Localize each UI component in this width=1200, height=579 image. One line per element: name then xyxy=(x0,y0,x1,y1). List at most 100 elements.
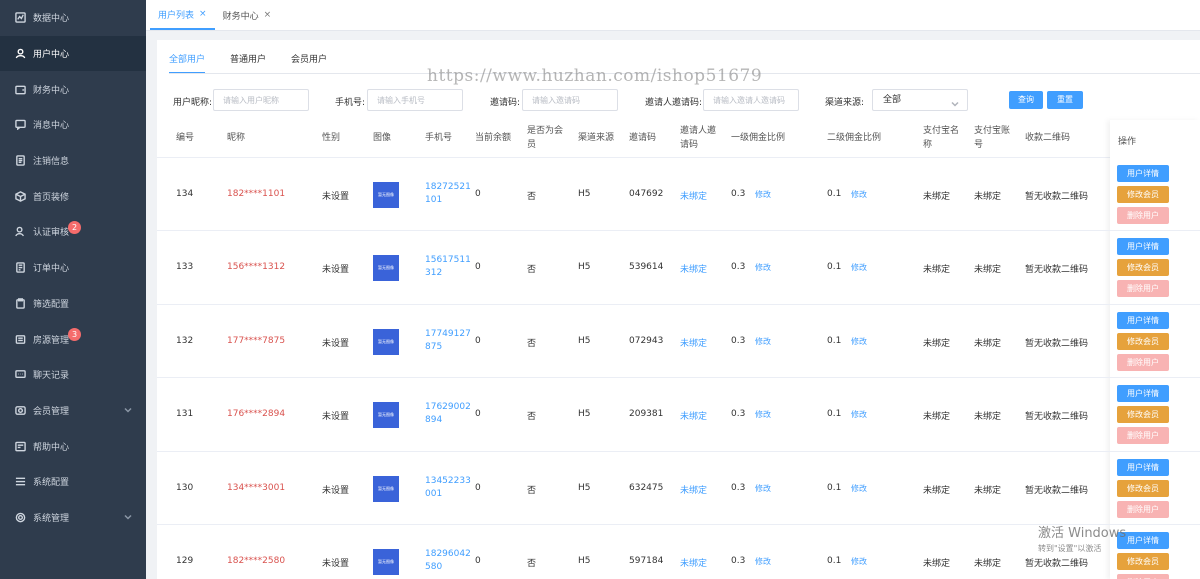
avatar-placeholder-text: 暂无图像 xyxy=(378,265,394,271)
cell-inviter-code[interactable]: 未绑定 xyxy=(680,262,707,275)
cell-nickname: 156****1312 xyxy=(227,262,286,273)
edit-member-button[interactable]: 修改会员 xyxy=(1117,186,1169,203)
cell-inviter-code[interactable]: 未绑定 xyxy=(680,556,707,569)
edit-rate1-link[interactable]: 修改 xyxy=(755,483,771,494)
sidebar-item-12[interactable]: 会员管理 xyxy=(0,393,146,429)
inviter-code-input[interactable] xyxy=(703,89,799,111)
cell-phone[interactable]: 18272521101 xyxy=(425,181,473,207)
edit-member-button[interactable]: 修改会员 xyxy=(1117,406,1169,424)
cell-qr-code: 暂无收款二维码 xyxy=(1025,412,1089,423)
cell-phone[interactable]: 17629002894 xyxy=(425,401,473,427)
cell-nickname: 177****7875 xyxy=(227,335,286,346)
sidebar-item-4[interactable]: 消息中心 xyxy=(0,107,146,143)
cell-channel: H5 xyxy=(578,335,591,346)
sidebar-item-3[interactable]: 财务中心 xyxy=(0,71,146,107)
user-detail-button[interactable]: 用户详情 xyxy=(1117,311,1169,329)
close-icon[interactable]: × xyxy=(199,9,207,19)
house-icon xyxy=(14,333,26,345)
user-detail-button[interactable]: 用户详情 xyxy=(1117,458,1169,476)
edit-member-button[interactable]: 修改会员 xyxy=(1117,479,1169,497)
phone-input[interactable] xyxy=(367,89,463,111)
delete-user-button[interactable]: 删除用户 xyxy=(1117,427,1169,445)
edit-rate1-link[interactable]: 修改 xyxy=(755,336,771,347)
delete-user-button[interactable]: 删除用户 xyxy=(1117,207,1169,224)
tab-1[interactable]: 用户列表 × xyxy=(150,0,215,30)
cell-balance: 0 xyxy=(475,189,481,199)
edit-rate1-link[interactable]: 修改 xyxy=(755,409,771,420)
delete-user-button[interactable]: 删除用户 xyxy=(1117,500,1169,518)
sidebar-item-label: 首页装修 xyxy=(33,192,70,203)
sidebar-item-label: 订单中心 xyxy=(33,264,70,275)
edit-rate1-link[interactable]: 修改 xyxy=(755,189,771,200)
sidebar-item-label: 筛选配置 xyxy=(33,299,70,310)
row-actions: 用户详情修改会员删除用户 xyxy=(1117,311,1169,375)
sidebar-item-10[interactable]: 房源管理 3 xyxy=(0,321,146,357)
cell-alipay-account: 未绑定 xyxy=(974,338,1002,349)
th-id: 编号 xyxy=(176,133,195,143)
cell-channel: H5 xyxy=(578,262,591,273)
cell-gender: 未设置 xyxy=(322,192,350,202)
sidebar-item-14[interactable]: 系统配置 xyxy=(0,464,146,500)
edit-rate1-link[interactable]: 修改 xyxy=(755,262,771,273)
edit-member-button[interactable]: 修改会员 xyxy=(1117,332,1169,350)
sidebar-item-1[interactable]: 数据中心 xyxy=(0,0,146,36)
user-detail-button[interactable]: 用户详情 xyxy=(1117,385,1169,403)
sidebar-item-2[interactable]: 用户中心 xyxy=(0,35,146,72)
edit-rate2-link[interactable]: 修改 xyxy=(851,409,867,420)
cell-inviter-code[interactable]: 未绑定 xyxy=(680,189,707,202)
user-detail-button[interactable]: 用户详情 xyxy=(1117,238,1169,256)
subtab-1[interactable]: 全部用户 xyxy=(169,52,206,74)
edit-rate1-link[interactable]: 修改 xyxy=(755,556,771,567)
cell-balance: 0 xyxy=(475,409,481,420)
subtab-3[interactable]: 会员用户 xyxy=(291,52,327,74)
delete-user-button[interactable]: 删除用户 xyxy=(1117,573,1169,579)
sidebar-item-15[interactable]: 系统管理 xyxy=(0,500,146,536)
cell-invite-code: 539614 xyxy=(629,262,664,273)
sidebar-item-6[interactable]: 首页装修 xyxy=(0,178,146,214)
cell-alipay-account: 未绑定 xyxy=(974,485,1002,496)
cell-inviter-code[interactable]: 未绑定 xyxy=(680,483,707,496)
windows-activation-watermark: 激活 Windows 转到"设置"以激活 xyxy=(1038,522,1126,554)
th-rate2: 二级佣金比例 xyxy=(827,133,882,143)
sidebar-item-label: 数据中心 xyxy=(33,14,70,25)
nickname-input[interactable] xyxy=(213,89,309,111)
sidebar-item-8[interactable]: 订单中心 xyxy=(0,250,146,286)
delete-user-button[interactable]: 删除用户 xyxy=(1117,280,1169,298)
sidebar-item-7[interactable]: 认证审核 2 xyxy=(0,214,146,250)
cell-phone[interactable]: 17749127875 xyxy=(425,328,473,354)
user-detail-button[interactable]: 用户详情 xyxy=(1117,165,1169,182)
cell-phone[interactable]: 18296042580 xyxy=(425,548,473,574)
edit-rate2-link[interactable]: 修改 xyxy=(851,336,867,347)
sidebar-item-label: 注销信息 xyxy=(33,157,70,168)
sidebar-item-9[interactable]: 筛选配置 xyxy=(0,286,146,322)
channel-select[interactable]: 全部 xyxy=(872,89,968,111)
cell-rate1: 0.3 xyxy=(731,335,746,346)
invite-code-input[interactable] xyxy=(522,89,618,111)
edit-member-button[interactable]: 修改会员 xyxy=(1117,552,1169,570)
edit-rate2-link[interactable]: 修改 xyxy=(851,189,867,200)
cell-invite-code: 047692 xyxy=(629,189,664,199)
cell-rate2: 0.1 xyxy=(827,335,842,346)
sidebar-item-label: 聊天记录 xyxy=(33,371,70,382)
cell-inviter-code[interactable]: 未绑定 xyxy=(680,409,707,422)
query-button[interactable]: 查询 xyxy=(1009,91,1043,109)
edit-rate2-link[interactable]: 修改 xyxy=(851,262,867,273)
cell-rate2: 0.1 xyxy=(827,262,842,273)
cell-phone[interactable]: 15617511312 xyxy=(425,254,473,280)
sidebar-item-label: 消息中心 xyxy=(33,121,70,132)
delete-user-button[interactable]: 删除用户 xyxy=(1117,353,1169,371)
cell-rate2: 0.1 xyxy=(827,189,842,199)
edit-rate2-link[interactable]: 修改 xyxy=(851,556,867,567)
cell-phone[interactable]: 13452233001 xyxy=(425,475,473,501)
table-row: 134 182****1101 未设置 暂无图像 18272521101 0 否 H5 0476… xyxy=(157,158,1200,232)
sidebar-item-13[interactable]: 帮助中心 xyxy=(0,428,146,464)
reset-button[interactable]: 重置 xyxy=(1047,91,1083,109)
tab-2[interactable]: 财务中心 × xyxy=(215,0,280,30)
edit-rate2-link[interactable]: 修改 xyxy=(851,483,867,494)
sidebar-item-5[interactable]: 注销信息 xyxy=(0,143,146,179)
subtab-2[interactable]: 普通用户 xyxy=(230,52,266,74)
sidebar-item-11[interactable]: 聊天记录 xyxy=(0,357,146,393)
close-icon[interactable]: × xyxy=(264,10,272,20)
edit-member-button[interactable]: 修改会员 xyxy=(1117,259,1169,277)
cell-inviter-code[interactable]: 未绑定 xyxy=(680,336,707,349)
